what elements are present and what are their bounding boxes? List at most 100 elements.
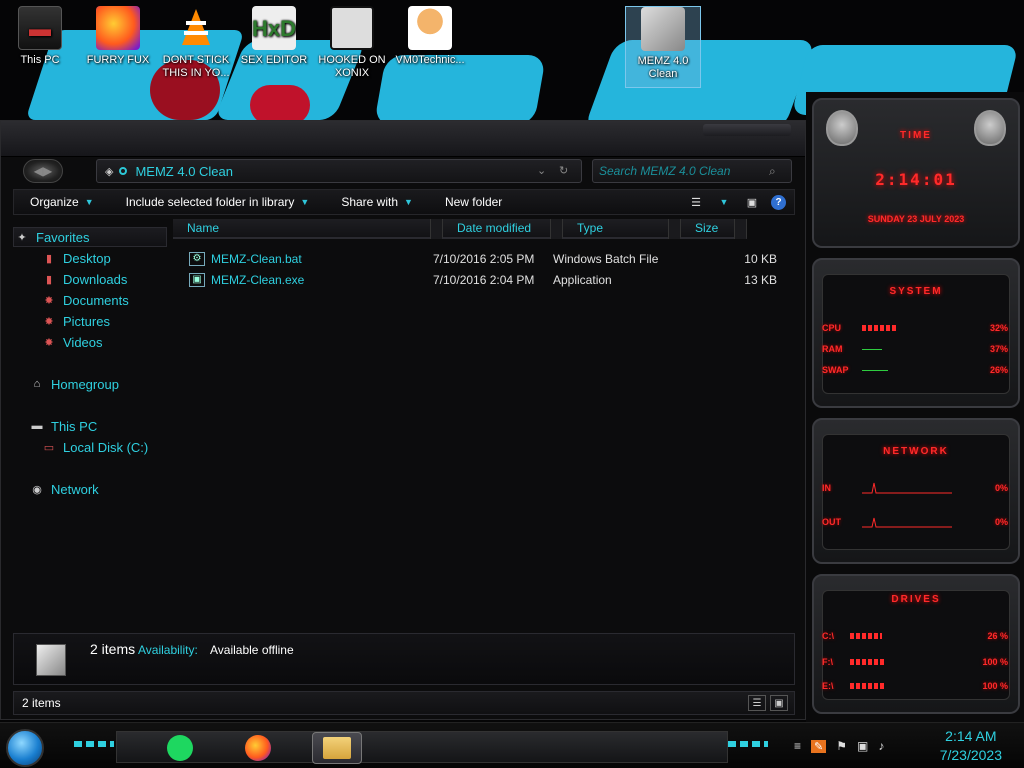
explorer-window: ◀▶ ◈ MEMZ 4.0 Clean ⌄ ↻ ⌕ Organize ▼ Inc… [0, 120, 806, 720]
network-out-value: 0% [994, 517, 1008, 527]
file-name-cell[interactable]: ⚙ MEMZ-Clean.bat [173, 251, 433, 266]
column-header-size[interactable]: Size [681, 219, 747, 239]
network-out-graph [862, 517, 952, 528]
column-resize-handle[interactable] [430, 219, 442, 239]
back-forward-button[interactable]: ◀▶ [23, 159, 63, 183]
organize-button[interactable]: Organize ▼ [14, 190, 110, 214]
gadget-panel: TIME 2:14:01 SUNDAY 23 JULY 2023 SYSTEM … [806, 92, 1024, 722]
chevron-down-icon: ▼ [404, 197, 413, 207]
network-gadget[interactable]: NETWORK IN 0% OUT 0% [812, 418, 1020, 564]
file-size: 10 KB [744, 251, 777, 266]
nav-item-pictures[interactable]: ✸ Pictures [41, 311, 110, 331]
tray-app-icon[interactable]: ✎ [811, 739, 827, 753]
nav-item-favorites[interactable]: ✦ Favorites [13, 227, 167, 247]
taskbar-app-explorer[interactable] [312, 732, 362, 764]
drive-c-bar [850, 633, 882, 639]
system-gadget[interactable]: SYSTEM CPU 32% RAM 37% SWAP 26% [812, 258, 1020, 408]
nav-label: Favorites [36, 229, 90, 245]
gadget-title: NETWORK [883, 446, 949, 457]
desktop-icon-hxd[interactable]: HxD SEX EDITOR [236, 6, 312, 67]
firefox-icon [96, 6, 140, 50]
drives-gadget[interactable]: DRIVES C:\ 26 % F:\ 100 % E:\ 100 % [812, 574, 1020, 714]
desktop-icon-this-pc[interactable]: ▬ This PC [2, 6, 78, 67]
nav-item-homegroup[interactable]: ⌂ Homegroup [29, 374, 119, 394]
documents-icon: ✸ [44, 294, 54, 307]
nav-item-desktop[interactable]: ▮ Desktop [41, 248, 111, 268]
desktop-icon-firefox[interactable]: FURRY FUX [80, 6, 156, 67]
column-resize-handle[interactable] [550, 219, 562, 239]
new-folder-button[interactable]: New folder [429, 190, 518, 214]
status-item-count: 2 items [22, 696, 61, 710]
volume-icon[interactable]: ♪ [878, 739, 884, 753]
address-crumb[interactable]: MEMZ 4.0 Clean [135, 164, 233, 179]
nav-label: Network [51, 481, 99, 497]
column-resize-handle[interactable] [734, 219, 746, 239]
nav-item-network[interactable]: ◉ Network [29, 479, 99, 499]
chevron-down-icon: ▼ [84, 197, 94, 207]
desktop-icon-vlc[interactable]: DONT STICK THIS IN YO... [158, 6, 234, 80]
swap-label: SWAP [822, 365, 849, 375]
taskbar-app-spotify[interactable] [162, 732, 198, 764]
chevron-down-icon[interactable]: ⌄ [537, 164, 546, 177]
column-header-type[interactable]: Type [563, 219, 681, 239]
ram-label: RAM [822, 344, 843, 354]
action-center-flag-icon[interactable]: ⚑ [836, 739, 847, 753]
taskbar: ≡ ✎ ⚑ ▣ ♪ 2:14 AM 7/23/2023 [0, 722, 1024, 768]
nav-item-this-pc[interactable]: ▬ This PC [29, 416, 98, 436]
network-in-value: 0% [994, 483, 1008, 493]
taskbar-clock[interactable]: 2:14 AM 7/23/2023 [940, 727, 1002, 765]
nav-item-documents[interactable]: ✸ Documents [41, 290, 128, 310]
nav-item-local-disk[interactable]: ▭ Local Disk (C:) [41, 437, 148, 457]
nav-label: Local Disk (C:) [63, 439, 149, 455]
gadget-title: SYSTEM [889, 286, 943, 297]
hxd-icon: HxD [252, 6, 296, 50]
start-button[interactable] [6, 729, 44, 767]
desktop-icon-label: MEMZ 4.0 Clean [637, 55, 689, 80]
file-row[interactable]: ⚙ MEMZ-Clean.bat 7/10/2016 2:05 PM Windo… [173, 248, 795, 269]
taskbar-app-firefox[interactable] [240, 732, 276, 764]
desktop-icon-label: FURRY FUX [86, 54, 150, 66]
address-bar[interactable]: ◈ MEMZ 4.0 Clean ⌄ ↻ [96, 159, 582, 183]
column-label: Name [187, 221, 220, 235]
tray-overflow-icon[interactable]: ≡ [794, 739, 801, 753]
chevron-down-icon[interactable]: ▼ [715, 193, 733, 211]
nav-label: Desktop [63, 250, 111, 266]
share-with-button[interactable]: Share with ▼ [325, 190, 429, 214]
refresh-icon[interactable]: ↻ [559, 164, 568, 177]
column-header-name[interactable]: Name [173, 219, 443, 239]
window-controls[interactable] [703, 124, 791, 136]
swap-row: SWAP 26% [822, 364, 1008, 376]
homegroup-icon: ⌂ [33, 378, 41, 390]
column-header-date[interactable]: Date modified [443, 219, 563, 239]
large-icons-view-icon[interactable]: ▣ [770, 695, 788, 711]
desktop-icon-label: This PC [20, 54, 60, 66]
cpu-label: CPU [822, 323, 842, 333]
drive-e-row: E:\ 100 % [822, 680, 1008, 692]
search-icon[interactable]: ⌕ [769, 164, 776, 179]
time-gadget[interactable]: TIME 2:14:01 SUNDAY 23 JULY 2023 [812, 98, 1020, 248]
search-input[interactable] [599, 164, 769, 178]
file-name-cell[interactable]: ▣ MEMZ-Clean.exe [173, 272, 433, 287]
search-box[interactable]: ⌕ [592, 159, 792, 183]
window-titlebar[interactable] [1, 121, 805, 157]
details-view-icon[interactable]: ☰ [748, 695, 766, 711]
help-icon[interactable]: ? [771, 194, 786, 210]
pc-icon: ▬ [18, 6, 62, 50]
desktop-icon-xonix[interactable]: HOOKED ON XONIX [314, 6, 390, 80]
include-in-library-button[interactable]: Include selected folder in library ▼ [110, 190, 326, 214]
nav-item-downloads[interactable]: ▮ Downloads [41, 269, 127, 289]
file-row[interactable]: ▣ MEMZ-Clean.exe 7/10/2016 2:04 PM Appli… [173, 269, 795, 290]
file-name: MEMZ-Clean.exe [211, 272, 305, 287]
column-resize-handle[interactable] [668, 219, 680, 239]
ram-graph [862, 348, 882, 350]
computer-icon: ▬ [31, 420, 43, 432]
desktop-icon-vm0[interactable]: VM0Technic... [392, 6, 468, 67]
chevron-down-icon: ▼ [300, 197, 310, 207]
desktop-icon-label: SEX EDITOR [240, 54, 308, 66]
preview-pane-icon[interactable]: ▣ [743, 193, 761, 211]
nav-item-videos[interactable]: ✸ Videos [41, 332, 102, 352]
details-item-count: 2 items [90, 641, 136, 657]
desktop-icon-memz[interactable]: MEMZ 4.0 Clean [625, 6, 701, 88]
view-options-icon[interactable]: ☰ [687, 193, 705, 211]
network-tray-icon[interactable]: ▣ [857, 739, 868, 753]
